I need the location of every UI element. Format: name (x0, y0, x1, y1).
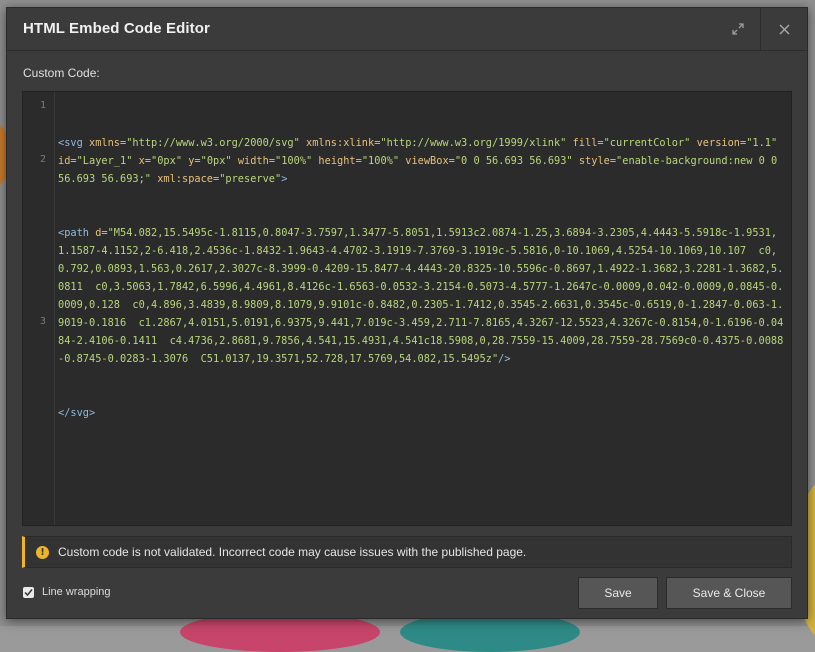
line-wrapping-checkbox[interactable] (23, 586, 34, 598)
code-attr: d= (89, 227, 108, 239)
line-number: 2 (39, 154, 46, 165)
line-wrapping-toggle[interactable]: Line wrapping (23, 586, 111, 598)
code-attr: x= (132, 155, 152, 167)
warning-icon: ! (36, 545, 49, 559)
code-value: "M54.082,15.5495c-1.8115,0.8047-3.7597,1… (58, 227, 784, 365)
warning-text: Custom code is not validated. Incorrect … (58, 545, 527, 559)
checkmark-icon (24, 588, 33, 596)
code-value: "http://www.w3.org/2000/svg" (126, 137, 300, 149)
close-icon (779, 24, 789, 34)
code-value: "currentColor" (603, 137, 691, 149)
line-number: 3 (39, 316, 46, 327)
save-button[interactable]: Save (578, 577, 658, 609)
code-editor[interactable]: 1 2 3 <svg xmlns="http://www.w3.org/2000… (22, 91, 792, 526)
expand-button[interactable] (716, 8, 760, 50)
embed-code-dialog: HTML Embed Code Editor Custom Code: 1 2 … (6, 7, 808, 619)
code-value: "0px" (151, 155, 183, 167)
code-line-2: <path d="M54.082,15.5495c-1.8115,0.8047-… (58, 224, 785, 368)
code-tag: <path (58, 227, 89, 239)
custom-code-label: Custom Code: (23, 66, 100, 80)
line-wrapping-label: Line wrapping (42, 586, 111, 598)
save-close-button[interactable]: Save & Close (666, 577, 792, 609)
code-content[interactable]: <svg xmlns="http://www.w3.org/2000/svg" … (58, 98, 785, 458)
code-value: "100%" (275, 155, 313, 167)
code-attr: xmlns= (82, 137, 127, 149)
dialog-title: HTML Embed Code Editor (23, 20, 210, 37)
code-tag: /> (498, 353, 511, 365)
code-value: "Layer_1" (76, 155, 133, 167)
code-tag: > (281, 173, 288, 185)
code-tag: <svg (58, 137, 83, 149)
code-value: "0 0 56.693 56.693" (454, 155, 573, 167)
line-number: 1 (39, 100, 46, 111)
code-attr: height= (312, 155, 362, 167)
close-button[interactable] (760, 8, 807, 50)
code-attr: xml:space= (151, 173, 220, 185)
code-value: "preserve" (219, 173, 282, 185)
code-value: "100%" (361, 155, 400, 167)
code-line-3: </svg> (58, 404, 785, 422)
validation-warning: ! Custom code is not validated. Incorrec… (22, 536, 792, 568)
code-line-1: <svg xmlns="http://www.w3.org/2000/svg" … (58, 134, 785, 188)
code-attr: width= (231, 155, 276, 167)
code-value: "1.1" (746, 137, 778, 149)
code-tag: </svg> (58, 407, 96, 419)
code-attr: viewBox= (399, 155, 455, 167)
code-value: "http://www.w3.org/1999/xlink" (380, 137, 567, 149)
code-attr: version= (690, 137, 747, 149)
dialog-titlebar: HTML Embed Code Editor (7, 8, 807, 51)
expand-icon (732, 23, 744, 35)
line-number-gutter: 1 2 3 (23, 92, 55, 525)
code-attr: style= (572, 155, 617, 167)
code-attr: xmlns:xlink= (299, 137, 381, 149)
code-attr: fill= (566, 137, 604, 149)
code-value: "0px" (200, 155, 232, 167)
code-attr: y= (182, 155, 201, 167)
